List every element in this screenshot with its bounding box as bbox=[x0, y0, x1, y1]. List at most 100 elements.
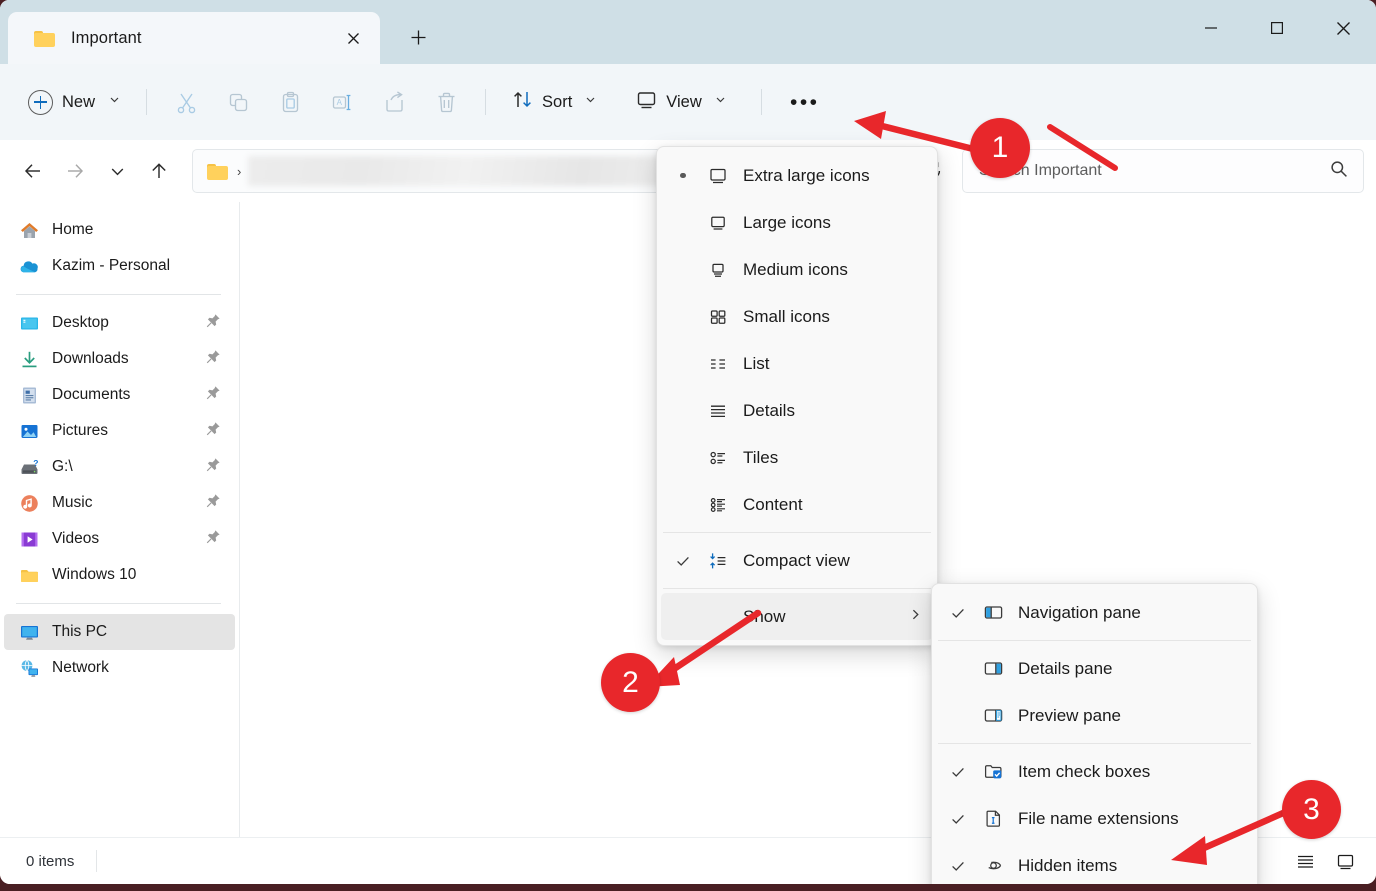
delete-button[interactable] bbox=[420, 80, 472, 124]
tab-strip: Important bbox=[0, 0, 438, 64]
new-tab-button[interactable] bbox=[398, 17, 438, 57]
home-icon bbox=[18, 219, 40, 241]
sidebar-item-label: Pictures bbox=[52, 422, 108, 439]
details-icon bbox=[701, 400, 735, 422]
sidebar-item-home[interactable]: Home bbox=[4, 212, 235, 248]
window-controls bbox=[1178, 0, 1376, 56]
annotation-marker-3: 3 bbox=[1282, 780, 1341, 839]
sidebar-item-documents[interactable]: Documents bbox=[4, 377, 235, 413]
folder-icon bbox=[34, 30, 55, 47]
pin-icon[interactable] bbox=[206, 421, 221, 441]
menu-item-label: Medium icons bbox=[743, 259, 848, 279]
menu-item-content[interactable]: Content bbox=[661, 481, 933, 528]
details-view-icon[interactable] bbox=[1288, 845, 1322, 877]
checkmark-icon bbox=[940, 605, 976, 621]
menu-item-large-icons[interactable]: Large icons bbox=[661, 199, 933, 246]
search-input[interactable]: Search Important bbox=[979, 162, 1329, 180]
sidebar-item-videos[interactable]: Videos bbox=[4, 521, 235, 557]
more-options-button[interactable]: ••• bbox=[779, 80, 831, 124]
menu-item-file-name-extensions[interactable]: File name extensions bbox=[936, 795, 1253, 842]
submenu-divider-2 bbox=[938, 743, 1251, 744]
medium-icons-icon bbox=[701, 259, 735, 281]
drive-icon: ? bbox=[18, 456, 40, 478]
menu-item-hidden-items[interactable]: Hidden items bbox=[936, 842, 1253, 884]
sidebar-divider-2 bbox=[16, 603, 221, 604]
sidebar-item-windows-10[interactable]: Windows 10 bbox=[4, 557, 235, 593]
menu-item-medium-icons[interactable]: Medium icons bbox=[661, 246, 933, 293]
sidebar-item-label: Downloads bbox=[52, 350, 129, 367]
folder-icon bbox=[207, 163, 228, 180]
details-pane-icon bbox=[976, 657, 1010, 680]
menu-item-small-icons[interactable]: Small icons bbox=[661, 293, 933, 340]
pin-icon[interactable] bbox=[206, 529, 221, 549]
menu-item-label: Extra large icons bbox=[743, 165, 870, 185]
close-icon[interactable] bbox=[338, 23, 368, 53]
menu-item-preview-pane[interactable]: Preview pane bbox=[936, 692, 1253, 739]
menu-item-label: Content bbox=[743, 494, 803, 514]
menu-item-label: Preview pane bbox=[1018, 705, 1122, 725]
menu-item-list[interactable]: List bbox=[661, 340, 933, 387]
menu-item-details[interactable]: Details bbox=[661, 387, 933, 434]
maximize-button[interactable] bbox=[1244, 0, 1310, 56]
paste-button[interactable] bbox=[264, 80, 316, 124]
chevron-down-icon bbox=[584, 93, 597, 111]
menu-item-tiles[interactable]: Tiles bbox=[661, 434, 933, 481]
view-button[interactable]: View bbox=[623, 80, 738, 124]
forward-button[interactable] bbox=[54, 150, 96, 192]
menu-item-item-check-boxes[interactable]: Item check boxes bbox=[936, 748, 1253, 795]
large-icons-view-icon[interactable] bbox=[1328, 845, 1362, 877]
sidebar-item-drive-g[interactable]: ? G:\ bbox=[4, 449, 235, 485]
sidebar-item-label: This PC bbox=[52, 623, 108, 640]
menu-item-label: Large icons bbox=[743, 212, 831, 232]
copy-button[interactable] bbox=[212, 80, 264, 124]
download-icon bbox=[18, 348, 40, 370]
menu-item-details-pane[interactable]: Details pane bbox=[936, 645, 1253, 692]
pin-icon[interactable] bbox=[206, 493, 221, 513]
sidebar-item-downloads[interactable]: Downloads bbox=[4, 341, 235, 377]
menu-item-extra-large-icons[interactable]: Extra large icons bbox=[661, 152, 933, 199]
view-button-label: View bbox=[666, 92, 702, 111]
sidebar-item-label: Network bbox=[52, 659, 109, 676]
annotation-marker-2: 2 bbox=[601, 653, 660, 712]
submenu-divider bbox=[938, 640, 1251, 641]
menu-item-label: Navigation pane bbox=[1018, 602, 1141, 622]
up-button[interactable] bbox=[138, 150, 180, 192]
menu-item-navigation-pane[interactable]: Navigation pane bbox=[936, 589, 1253, 636]
pin-icon[interactable] bbox=[206, 349, 221, 369]
pin-icon[interactable] bbox=[206, 385, 221, 405]
sidebar-item-network[interactable]: Network bbox=[4, 650, 235, 686]
new-button-label: New bbox=[62, 92, 96, 111]
new-button[interactable]: New bbox=[20, 80, 133, 124]
pin-icon[interactable] bbox=[206, 313, 221, 333]
title-bar: Important bbox=[0, 0, 1376, 64]
back-button[interactable] bbox=[12, 150, 54, 192]
menu-item-compact-view[interactable]: Compact view bbox=[661, 537, 933, 584]
sidebar-item-desktop[interactable]: Desktop bbox=[4, 305, 235, 341]
sidebar-item-label: Desktop bbox=[52, 314, 109, 331]
chevron-down-icon bbox=[108, 93, 121, 111]
navigation-pane: Home Kazim - Personal Desktop Downloads … bbox=[0, 202, 240, 837]
rename-button[interactable]: A bbox=[316, 80, 368, 124]
item-count-label: 0 items bbox=[26, 852, 75, 870]
close-button[interactable] bbox=[1310, 0, 1376, 56]
item-check-boxes-icon bbox=[976, 760, 1010, 783]
search-icon[interactable] bbox=[1329, 159, 1349, 184]
menu-item-show[interactable]: Show bbox=[661, 593, 933, 640]
preview-pane-icon bbox=[976, 704, 1010, 727]
tab-important[interactable]: Important bbox=[8, 12, 380, 64]
view-dropdown-menu: Extra large icons Large icons Medium ico… bbox=[656, 146, 938, 646]
recent-locations-button[interactable] bbox=[96, 150, 138, 192]
sidebar-item-this-pc[interactable]: This PC bbox=[4, 614, 235, 650]
documents-icon bbox=[18, 384, 40, 406]
minimize-button[interactable] bbox=[1178, 0, 1244, 56]
cut-button[interactable] bbox=[160, 80, 212, 124]
ellipsis-icon: ••• bbox=[789, 90, 820, 114]
checkmark-icon bbox=[940, 811, 976, 827]
sidebar-item-onedrive[interactable]: Kazim - Personal bbox=[4, 248, 235, 284]
sidebar-item-pictures[interactable]: Pictures bbox=[4, 413, 235, 449]
pin-icon[interactable] bbox=[206, 457, 221, 477]
share-button[interactable] bbox=[368, 80, 420, 124]
sidebar-item-music[interactable]: Music bbox=[4, 485, 235, 521]
sidebar-item-label: Music bbox=[52, 494, 93, 511]
sort-button[interactable]: Sort bbox=[499, 80, 609, 124]
